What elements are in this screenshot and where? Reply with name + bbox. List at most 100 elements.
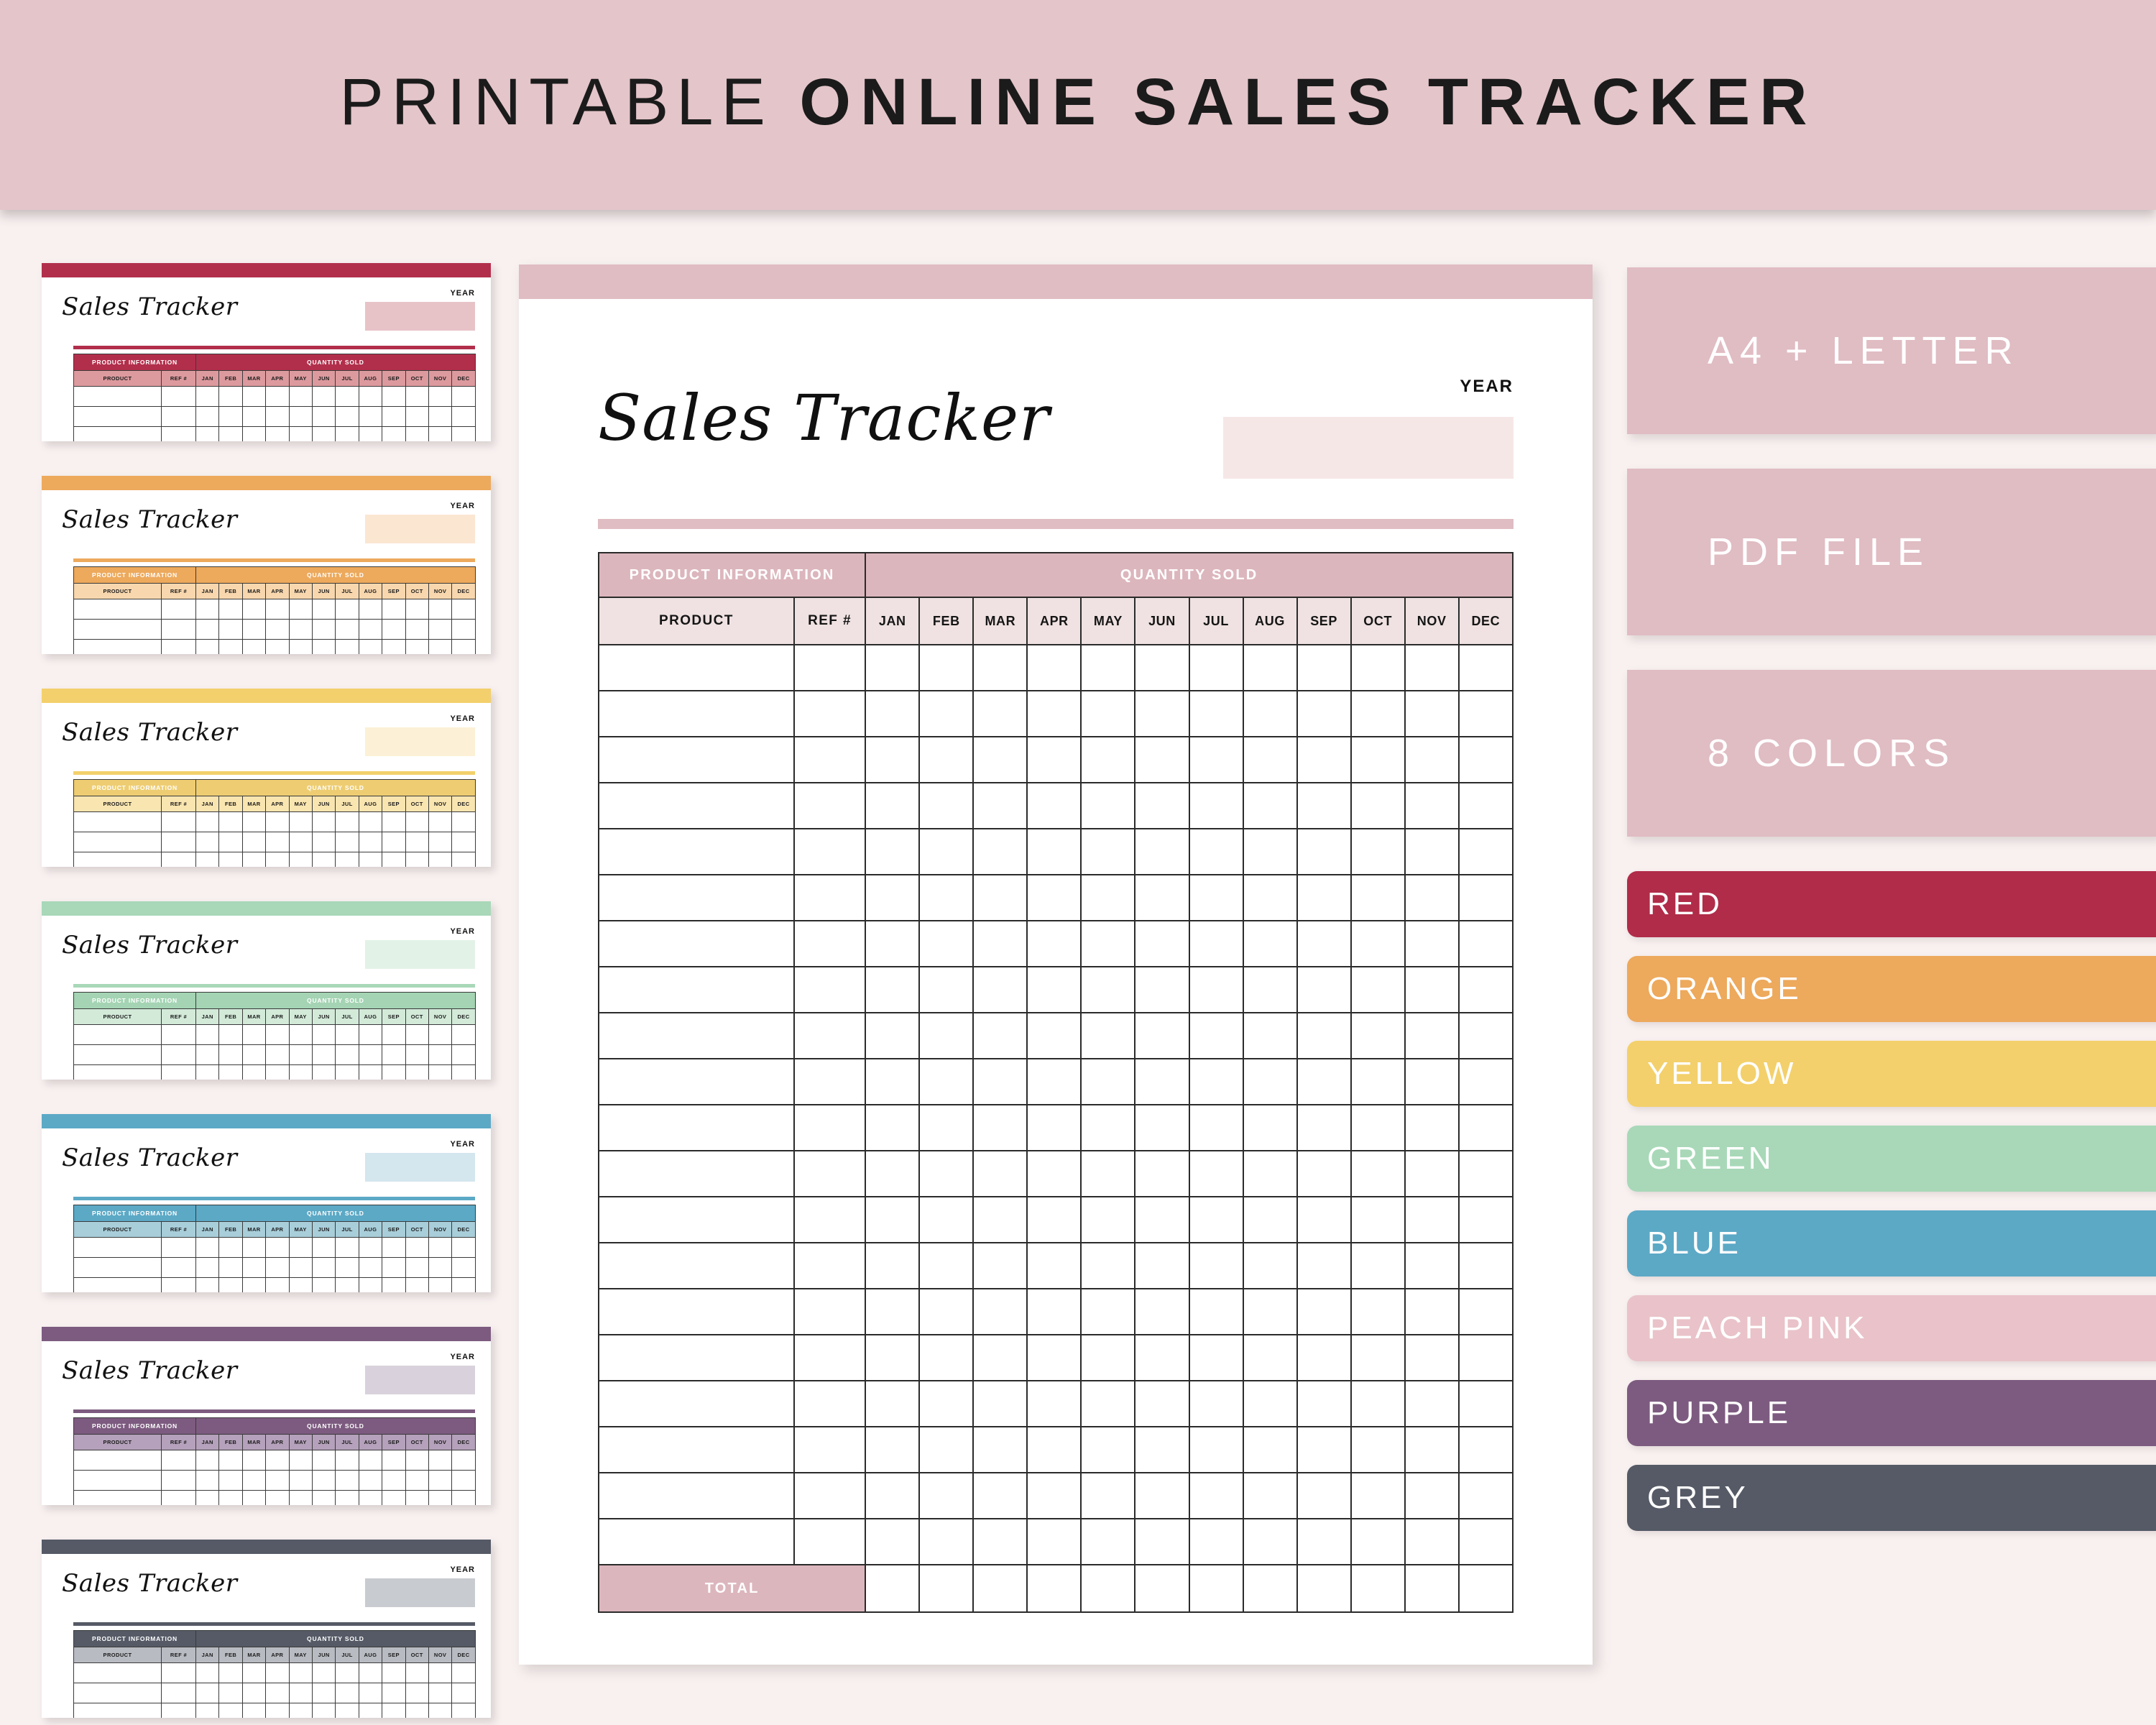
- cell-month-feb[interactable]: [918, 1058, 975, 1105]
- thumbnail-yellow[interactable]: YEAR Sales Tracker PRODUCT INFORMATION QUAN…: [42, 689, 491, 867]
- cell-month-jul[interactable]: [1188, 1150, 1244, 1197]
- cell-month-apr[interactable]: [1026, 690, 1082, 737]
- cell-month-apr[interactable]: [1026, 1288, 1082, 1335]
- cell-month-oct[interactable]: [1350, 1104, 1406, 1151]
- cell-month-nov[interactable]: [1404, 828, 1460, 875]
- cell-month-aug[interactable]: [1242, 1380, 1298, 1427]
- cell-month-jan[interactable]: [865, 920, 921, 967]
- cell-month-nov[interactable]: [1404, 1426, 1460, 1473]
- cell-month-apr[interactable]: [1026, 1426, 1082, 1473]
- cell-month-nov[interactable]: [1404, 1150, 1460, 1197]
- cell-month-apr[interactable]: [1026, 1012, 1082, 1059]
- cell-month-dec[interactable]: [1457, 644, 1514, 691]
- cell-month-jan[interactable]: [865, 1058, 921, 1105]
- cell-month-apr[interactable]: [1026, 1472, 1082, 1519]
- cell-month-jun[interactable]: [1134, 1012, 1190, 1059]
- table-row[interactable]: [598, 828, 1514, 875]
- cell-month-jul[interactable]: [1188, 1518, 1244, 1565]
- cell-month-jan[interactable]: [865, 828, 921, 875]
- cell-month-jun[interactable]: [1134, 1058, 1190, 1105]
- cell-month-feb[interactable]: [918, 1472, 975, 1519]
- cell-month-nov[interactable]: [1404, 782, 1460, 829]
- cell-month-aug[interactable]: [1242, 920, 1298, 967]
- cell-month-jun[interactable]: [1134, 1150, 1190, 1197]
- cell-month-sep[interactable]: [1296, 690, 1352, 737]
- cell-month-apr[interactable]: [1026, 736, 1082, 783]
- cell-ref[interactable]: [793, 736, 867, 783]
- cell-month-mar[interactable]: [972, 1104, 1028, 1151]
- thumbnail-grey[interactable]: YEAR Sales Tracker PRODUCT INFORMATION QUAN…: [42, 1540, 491, 1718]
- cell-month-may[interactable]: [1080, 1242, 1136, 1289]
- cell-month-may[interactable]: [1080, 1334, 1136, 1381]
- cell-ref[interactable]: [793, 1334, 867, 1381]
- cell-month-feb[interactable]: [918, 1380, 975, 1427]
- cell-ref[interactable]: [793, 1380, 867, 1427]
- cell-month-nov[interactable]: [1404, 920, 1460, 967]
- cell-month-jun[interactable]: [1134, 1196, 1190, 1243]
- cell-month-jan[interactable]: [865, 1012, 921, 1059]
- table-row[interactable]: [598, 1104, 1514, 1151]
- cell-month-dec[interactable]: [1457, 782, 1514, 829]
- cell-month-mar[interactable]: [972, 782, 1028, 829]
- cell-product[interactable]: [598, 1242, 795, 1289]
- cell-ref[interactable]: [793, 966, 867, 1013]
- cell-month-oct[interactable]: [1350, 690, 1406, 737]
- cell-month-sep[interactable]: [1296, 1472, 1352, 1519]
- cell-month-feb[interactable]: [918, 966, 975, 1013]
- cell-month-sep[interactable]: [1296, 1242, 1352, 1289]
- cell-month-may[interactable]: [1080, 1012, 1136, 1059]
- cell-month-jul[interactable]: [1188, 1380, 1244, 1427]
- cell-month-aug[interactable]: [1242, 1058, 1298, 1105]
- cell-month-oct[interactable]: [1350, 1242, 1406, 1289]
- cell-month-nov[interactable]: [1404, 1518, 1460, 1565]
- table-row[interactable]: [598, 1058, 1514, 1105]
- cell-month-mar[interactable]: [972, 1380, 1028, 1427]
- cell-month-apr[interactable]: [1026, 782, 1082, 829]
- cell-product[interactable]: [598, 1334, 795, 1381]
- cell-month-dec[interactable]: [1457, 1472, 1514, 1519]
- cell-total-apr[interactable]: [1026, 1564, 1082, 1613]
- cell-month-may[interactable]: [1080, 874, 1136, 921]
- table-row[interactable]: [598, 920, 1514, 967]
- thumbnail-purple[interactable]: YEAR Sales Tracker PRODUCT INFORMATION QUAN…: [42, 1327, 491, 1505]
- cell-month-jan[interactable]: [865, 1288, 921, 1335]
- cell-ref[interactable]: [793, 690, 867, 737]
- cell-month-aug[interactable]: [1242, 644, 1298, 691]
- cell-product[interactable]: [598, 920, 795, 967]
- cell-month-sep[interactable]: [1296, 1104, 1352, 1151]
- cell-month-apr[interactable]: [1026, 828, 1082, 875]
- color-swatch-peach-pink[interactable]: PEACH PINK: [1627, 1295, 2156, 1361]
- cell-month-jan[interactable]: [865, 1104, 921, 1151]
- cell-month-sep[interactable]: [1296, 1150, 1352, 1197]
- cell-month-feb[interactable]: [918, 644, 975, 691]
- cell-month-jun[interactable]: [1134, 736, 1190, 783]
- color-swatch-purple[interactable]: PURPLE: [1627, 1380, 2156, 1446]
- cell-month-jun[interactable]: [1134, 828, 1190, 875]
- cell-month-aug[interactable]: [1242, 1242, 1298, 1289]
- cell-month-jan[interactable]: [865, 1334, 921, 1381]
- cell-month-oct[interactable]: [1350, 1058, 1406, 1105]
- cell-month-dec[interactable]: [1457, 1518, 1514, 1565]
- cell-month-jun[interactable]: [1134, 1518, 1190, 1565]
- color-swatch-orange[interactable]: ORANGE: [1627, 956, 2156, 1022]
- cell-ref[interactable]: [793, 1058, 867, 1105]
- cell-product[interactable]: [598, 1288, 795, 1335]
- thumbnail-green[interactable]: YEAR Sales Tracker PRODUCT INFORMATION QUAN…: [42, 901, 491, 1080]
- cell-month-mar[interactable]: [972, 736, 1028, 783]
- table-row[interactable]: [598, 1518, 1514, 1565]
- cell-month-jul[interactable]: [1188, 644, 1244, 691]
- cell-month-aug[interactable]: [1242, 828, 1298, 875]
- cell-month-jul[interactable]: [1188, 1012, 1244, 1059]
- cell-product[interactable]: [598, 644, 795, 691]
- cell-month-mar[interactable]: [972, 1426, 1028, 1473]
- cell-month-aug[interactable]: [1242, 1426, 1298, 1473]
- cell-month-apr[interactable]: [1026, 1196, 1082, 1243]
- cell-month-dec[interactable]: [1457, 1104, 1514, 1151]
- cell-product[interactable]: [598, 1058, 795, 1105]
- cell-month-sep[interactable]: [1296, 1012, 1352, 1059]
- cell-month-apr[interactable]: [1026, 644, 1082, 691]
- cell-month-aug[interactable]: [1242, 874, 1298, 921]
- cell-product[interactable]: [598, 828, 795, 875]
- cell-month-dec[interactable]: [1457, 1058, 1514, 1105]
- table-row[interactable]: [598, 1380, 1514, 1427]
